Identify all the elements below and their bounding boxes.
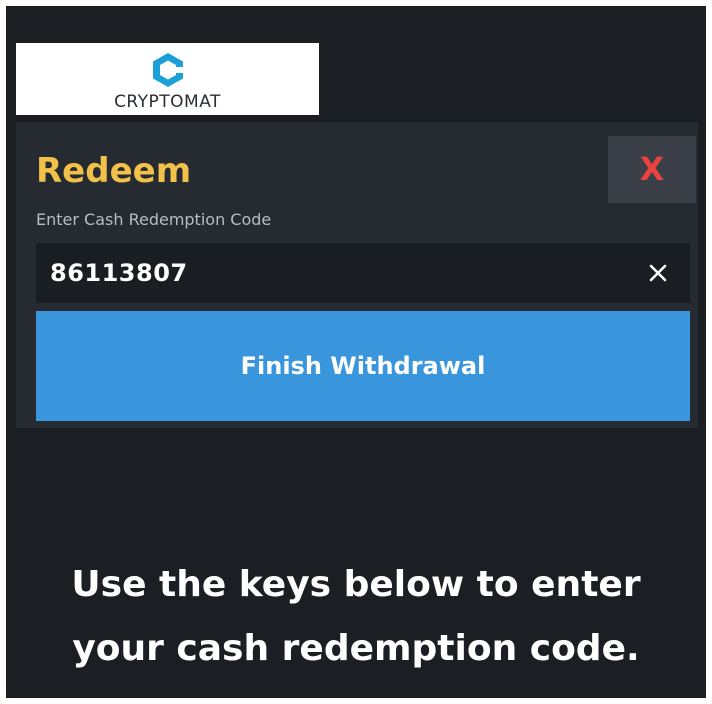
brand-logo: CRYPTOMAT [16,43,319,115]
finish-withdrawal-button[interactable]: Finish Withdrawal [36,311,690,421]
close-icon[interactable] [648,263,668,283]
instructions-line-1: Use the keys below to enter [71,564,641,605]
cryptomat-logo-icon [153,53,183,87]
redemption-code-input[interactable]: 86113807 [36,243,690,303]
panel-title: Redeem [36,151,192,191]
kiosk-screen: CRYPTOMAT Redeem X Enter Cash Redemption… [6,6,706,698]
instructions-line-2: your cash redemption code. [72,628,640,669]
close-button[interactable]: X [608,136,696,203]
redeem-panel: Redeem X Enter Cash Redemption Code 8611… [16,122,698,428]
instructions-text: Use the keys below to enter your cash re… [6,553,706,681]
brand-name: CRYPTOMAT [114,92,221,112]
code-field-label: Enter Cash Redemption Code [36,210,272,229]
code-value: 86113807 [50,259,188,287]
